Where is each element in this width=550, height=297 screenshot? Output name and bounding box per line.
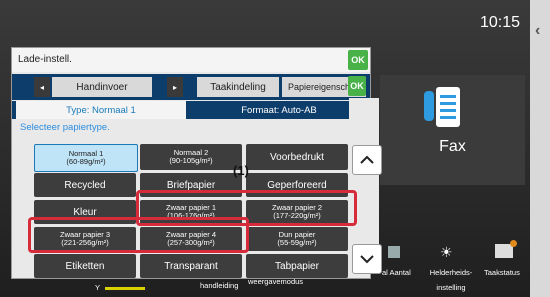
callout-label: (1) (233, 163, 249, 178)
paper-normaal-1[interactable]: Normaal 1 (60-89g/m²) (34, 144, 138, 172)
manual-label[interactable]: handleiding (200, 281, 238, 290)
notification-badge (510, 240, 517, 247)
paper-transparant[interactable]: Transparant (140, 254, 242, 278)
highlight-heavy-paper-bottom (28, 217, 249, 253)
scroll-down-button[interactable] (352, 244, 382, 274)
tab-taakindeling[interactable]: Taakindeling (197, 77, 279, 97)
chevron-down-icon (360, 255, 374, 264)
counter-icon[interactable] (388, 246, 400, 258)
prev-arrow-button[interactable]: ◂ (34, 77, 50, 97)
clock: 10:15 (480, 14, 521, 31)
ok-button-second[interactable]: OK (348, 76, 366, 96)
counter-label: al Aantal (382, 268, 411, 277)
paper-voorbedrukt[interactable]: Voorbedrukt (246, 144, 348, 170)
paper-normaal-2[interactable]: Normaal 2 (90-105g/m²) (140, 144, 242, 170)
paper-tabpapier[interactable]: Tabpapier (246, 254, 348, 278)
next-arrow-button[interactable]: ▸ (167, 77, 183, 97)
chevron-up-icon (360, 155, 374, 164)
chevron-left-icon[interactable]: ‹ (535, 22, 540, 40)
brightness-icon[interactable]: ☀ (440, 244, 453, 261)
scroll-up-button[interactable] (352, 145, 382, 175)
ok-button-top[interactable]: OK (348, 50, 368, 70)
paper-dun[interactable]: Dun papier (55-59g/m²) (246, 227, 348, 251)
tab-handinvoer[interactable]: Handinvoer (52, 77, 152, 97)
job-status-label: Taakstatus (484, 268, 520, 277)
fax-label: Fax (439, 138, 466, 155)
dialog-tab-row: ◂ Handinvoer ▸ Taakindeling Papiereigens… (12, 74, 370, 100)
paper-recycled[interactable]: Recycled (34, 173, 136, 197)
toner-label-y: Y (95, 283, 101, 292)
subtab-format[interactable]: Formaat: Auto-AB (192, 101, 366, 119)
dialog-title-bar: Lade-instell. OK (12, 48, 370, 72)
side-panel-tab[interactable] (530, 0, 550, 297)
subtab-type[interactable]: Type: Normaal 1 (16, 101, 186, 119)
brightness-label: Helderheids- instelling (429, 268, 473, 292)
fax-icon (424, 87, 460, 127)
dialog-subtab-row: Type: Normaal 1 Formaat: Auto-AB (12, 101, 370, 119)
dialog-title: Lade-instell. (18, 54, 72, 65)
paper-etiketten[interactable]: Etiketten (34, 254, 136, 278)
toner-bar-y (105, 287, 145, 290)
